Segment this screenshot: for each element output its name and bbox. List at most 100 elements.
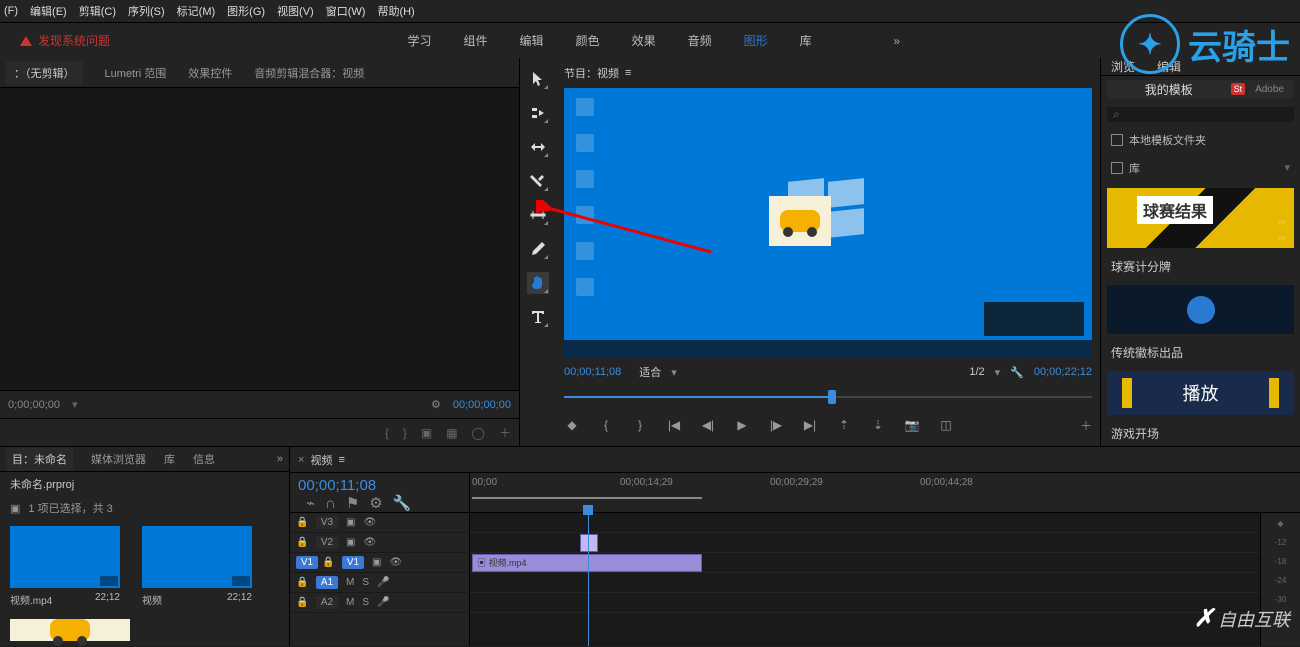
compare-icon[interactable]: ◫	[938, 417, 954, 433]
dropdown-icon[interactable]: ▾	[995, 366, 1001, 379]
voice-icon[interactable]: 🎤	[377, 577, 389, 588]
resolution-select[interactable]: 1/2	[969, 366, 984, 378]
workspace-tab[interactable]: 编辑	[520, 32, 544, 49]
link-icon[interactable]: ∩	[325, 495, 336, 512]
type-tool[interactable]	[527, 306, 549, 328]
lock-icon[interactable]: 🔒	[296, 597, 308, 608]
panel-tab[interactable]: 库	[164, 451, 175, 467]
work-area[interactable]	[472, 497, 702, 499]
menu-item[interactable]: (F)	[4, 5, 18, 17]
program-monitor[interactable]	[564, 88, 1092, 358]
search-input[interactable]: ⌕	[1107, 107, 1294, 122]
menu-item[interactable]: 编辑(E)	[30, 3, 67, 19]
source-patch[interactable]: V1	[296, 556, 318, 569]
panel-tab[interactable]: ：（无剪辑）	[6, 61, 83, 85]
template-preview[interactable]: 播放	[1107, 371, 1294, 415]
mark-out-icon[interactable]: }	[632, 417, 648, 433]
lock-icon[interactable]: 🔒	[296, 517, 308, 528]
play-icon[interactable]: ▶	[734, 417, 750, 433]
step-forward-icon[interactable]: |▶	[768, 417, 784, 433]
settings-icon[interactable]: ⚙	[369, 494, 382, 512]
panel-menu-icon[interactable]: ≡	[338, 454, 344, 466]
menu-item[interactable]: 剪辑(C)	[79, 3, 116, 19]
library-checkbox[interactable]: 库▾	[1111, 160, 1290, 176]
settings-icon[interactable]: ⚙	[431, 398, 441, 411]
timeline-tracks-area[interactable]: ▣ 视频.mp4	[470, 513, 1260, 646]
track-header-a1[interactable]: 🔒A1MS🎤	[290, 573, 469, 593]
system-alert[interactable]: 发现系统问题	[20, 32, 110, 49]
timeline-clip[interactable]: ▣ 视频.mp4	[472, 554, 702, 572]
lock-icon[interactable]: 🔒	[322, 557, 334, 568]
time-ruler[interactable]: 00;00 00;00;14;29 00;00;29;29 00;00;44;2…	[470, 473, 1300, 512]
pen-tool[interactable]	[527, 238, 549, 260]
workspace-tab-active[interactable]: 图形	[744, 32, 768, 49]
toggle-output-icon[interactable]: ▣	[346, 517, 355, 528]
go-in-icon[interactable]: |◀	[666, 417, 682, 433]
voice-icon[interactable]: 🎤	[377, 597, 389, 608]
lock-icon[interactable]: 🔒	[296, 577, 308, 588]
mark-in-icon[interactable]: {	[385, 426, 389, 440]
menu-item[interactable]: 标记(M)	[177, 3, 216, 19]
workspace-tab[interactable]: 效果	[632, 32, 656, 49]
project-item[interactable]	[10, 619, 130, 641]
program-timecode-left[interactable]: 00;00;11;08	[564, 366, 621, 378]
mute-icon[interactable]: M	[346, 597, 354, 608]
panel-tab[interactable]: 信息	[193, 451, 215, 467]
program-timecode-right[interactable]: 00;00;22;12	[1034, 366, 1092, 378]
menu-item[interactable]: 帮助(H)	[377, 3, 414, 19]
menu-item[interactable]: 窗口(W)	[326, 3, 366, 19]
insert-icon[interactable]: ▣	[421, 426, 432, 440]
marker-icon[interactable]: ◆	[564, 417, 580, 433]
export-frame-icon[interactable]: ◯	[472, 426, 485, 440]
playhead-handle[interactable]	[828, 390, 836, 404]
workspace-tab[interactable]: 学习	[408, 32, 432, 49]
extract-icon[interactable]: ⇣	[870, 417, 886, 433]
template-preview[interactable]: 球赛结果	[1107, 188, 1294, 248]
razor-tool[interactable]	[527, 170, 549, 192]
panel-menu-icon[interactable]: ≡	[625, 67, 631, 79]
slip-tool[interactable]	[527, 204, 549, 226]
template-preview[interactable]	[1107, 285, 1294, 334]
track-header-v2[interactable]: 🔒V2▣👁	[290, 533, 469, 553]
filter-icon[interactable]: ▣	[10, 502, 20, 515]
overflow-icon[interactable]: »	[893, 34, 900, 48]
toggle-sync-icon[interactable]: 👁	[363, 537, 376, 548]
overflow-icon[interactable]: »	[277, 453, 283, 465]
overwrite-icon[interactable]: ▦	[446, 426, 457, 440]
source-timecode-right[interactable]: 00;00;00;00	[453, 399, 511, 411]
lock-icon[interactable]: 🔒	[296, 537, 308, 548]
toggle-output-icon[interactable]: ▣	[372, 557, 381, 568]
track-name[interactable]: V3	[316, 516, 338, 529]
snap-icon[interactable]: ⌁	[306, 494, 315, 512]
close-tab-icon[interactable]: ×	[298, 454, 304, 466]
selection-tool[interactable]	[527, 68, 549, 90]
lift-icon[interactable]: ⇡	[836, 417, 852, 433]
track-name[interactable]: V2	[316, 536, 338, 549]
panel-tab[interactable]: 音频剪辑混合器：视频	[254, 65, 364, 81]
marker-icon[interactable]: ⚑	[346, 494, 359, 512]
solo-icon[interactable]: S	[362, 577, 369, 588]
menu-item[interactable]: 图形(G)	[227, 3, 265, 19]
dropdown-icon[interactable]: ▾	[671, 366, 677, 379]
mark-out-icon[interactable]: }	[403, 426, 407, 440]
toggle-sync-icon[interactable]: 👁	[389, 557, 402, 568]
dropdown[interactable]: ▾	[72, 398, 78, 411]
track-header-v1[interactable]: V1 🔒 V1 ▣ 👁	[290, 553, 469, 573]
project-item[interactable]: 视频22;12	[142, 526, 252, 607]
workspace-tab[interactable]: 颜色	[576, 32, 600, 49]
source-timecode-left[interactable]: 0;00;00;00	[8, 399, 60, 411]
playhead[interactable]	[588, 513, 589, 646]
track-name[interactable]: V1	[342, 556, 364, 569]
my-templates-row[interactable]: 我的模板 St Adobe	[1107, 80, 1294, 99]
timeline-timecode[interactable]: 00;00;11;08	[298, 477, 461, 494]
mark-in-icon[interactable]: {	[598, 417, 614, 433]
wrench-icon[interactable]: 🔧	[393, 494, 412, 512]
menu-item[interactable]: 视图(V)	[277, 3, 314, 19]
project-item[interactable]: 视频.mp422;12	[10, 526, 120, 607]
mute-icon[interactable]: M	[346, 577, 354, 588]
toggle-sync-icon[interactable]: 👁	[363, 517, 376, 528]
add-marker-icon[interactable]: ◆	[1277, 519, 1283, 528]
source-monitor[interactable]	[0, 88, 519, 390]
local-templates-checkbox[interactable]: 本地模板文件夹	[1111, 132, 1290, 148]
dropdown-icon[interactable]: ▾	[1284, 161, 1290, 174]
